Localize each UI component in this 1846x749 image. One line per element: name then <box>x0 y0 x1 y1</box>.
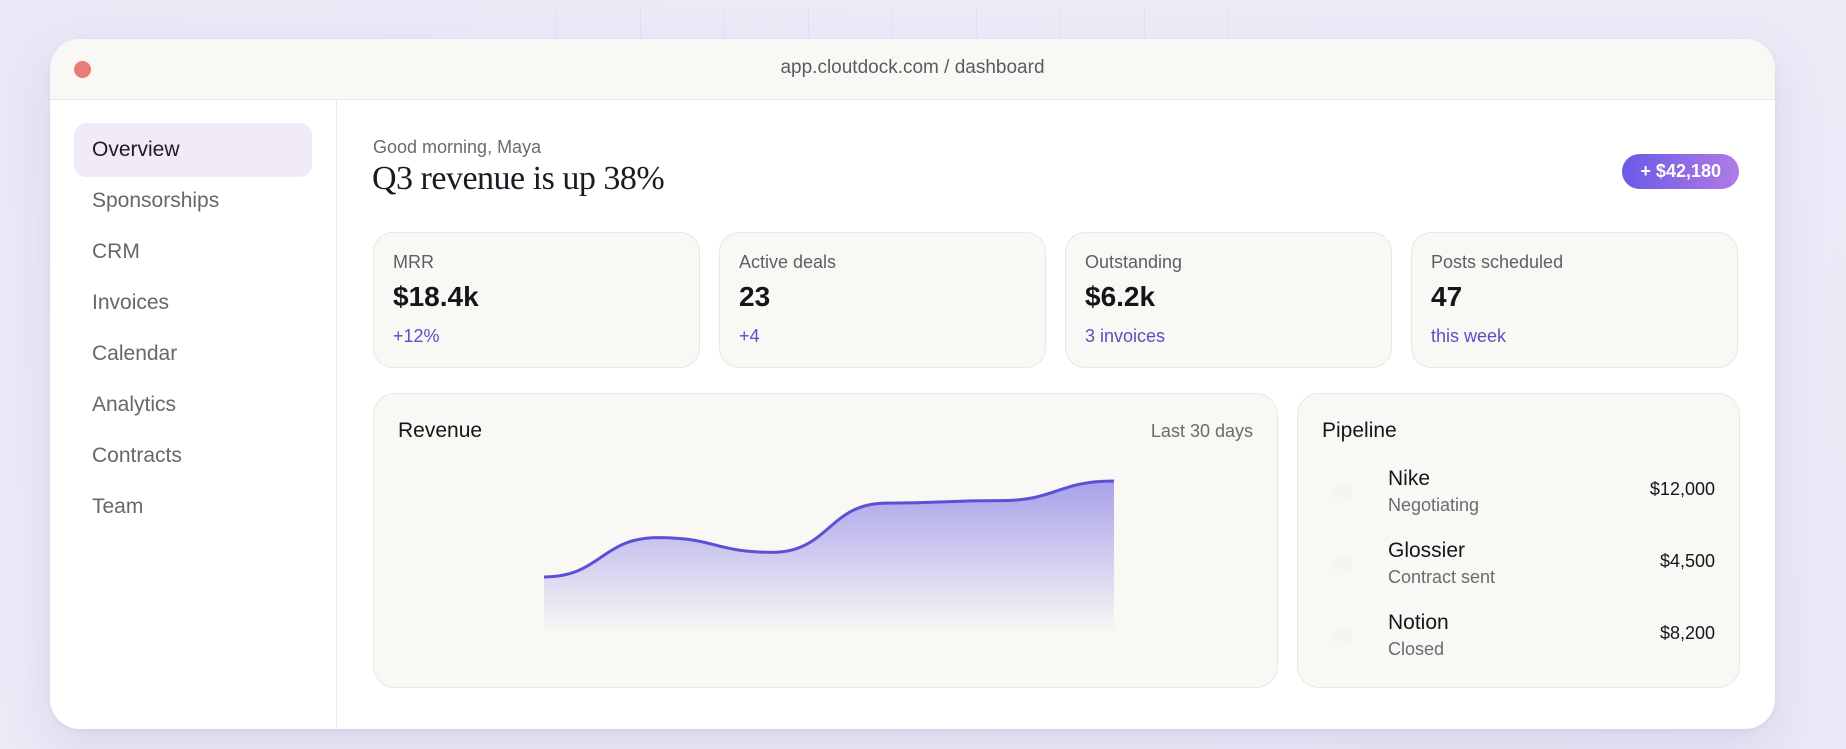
revenue-area <box>544 481 1114 634</box>
stat-label: MRR <box>393 252 434 272</box>
background-grid <box>556 8 1236 38</box>
pipeline-deal-nike[interactable]: Nike Negotiating $12,000 <box>1322 467 1715 527</box>
stat-value: 23 <box>739 281 771 312</box>
stat-value: $18.4k <box>393 281 479 312</box>
deal-name: Nike <box>1388 467 1431 490</box>
stat-label: Active deals <box>739 252 837 272</box>
main-content: Good morning, Maya Q3 revenue is up 38% … <box>337 100 1775 729</box>
url-label: app.cloutdock.com / dashboard <box>780 57 1045 78</box>
deal-avatar <box>1332 627 1352 647</box>
stat-value: $6.2k <box>1085 281 1156 312</box>
deal-stage: Negotiating <box>1388 495 1480 515</box>
sidebar: Overview Sponsorships CRM Invoices Calen… <box>50 100 337 729</box>
sidebar-item-sponsorships[interactable]: Sponsorships <box>74 174 312 228</box>
stat-delta: this week <box>1431 326 1507 346</box>
stat-label: Posts scheduled <box>1431 252 1564 272</box>
deal-stage: Closed <box>1388 639 1445 659</box>
revenue-change-badge: + $42,180 <box>1622 154 1739 189</box>
greeting-text: Good morning, Maya <box>373 137 542 157</box>
stat-delta: +12% <box>393 326 440 346</box>
pipeline-deal-notion[interactable]: Notion Closed $8,200 <box>1322 611 1715 671</box>
browser-window: app.cloutdock.com / dashboard Overview S… <box>50 39 1775 729</box>
sidebar-item-contracts[interactable]: Contracts <box>74 429 312 483</box>
pipeline-title: Pipeline <box>1322 419 1397 442</box>
sidebar-item-invoices[interactable]: Invoices <box>74 276 312 330</box>
deal-amount: $12,000 <box>1649 479 1715 499</box>
revenue-panel: Revenue Last 30 days <box>373 393 1278 688</box>
deal-avatar <box>1332 483 1352 503</box>
pipeline-panel: Pipeline Nike Negotiating $12,000 Glossi… <box>1297 393 1740 688</box>
revenue-title: Revenue <box>398 419 483 442</box>
title-bar: app.cloutdock.com / dashboard <box>50 39 1775 100</box>
stat-value: 47 <box>1431 281 1463 312</box>
stat-card-posts-scheduled[interactable]: Posts scheduled 47 this week <box>1411 232 1738 368</box>
date-range-selector[interactable]: Last 30 days <box>1151 421 1253 442</box>
deal-amount: $8,200 <box>1659 623 1715 643</box>
deal-name: Notion <box>1388 611 1449 634</box>
pipeline-deal-glossier[interactable]: Glossier Contract sent $4,500 <box>1322 539 1715 599</box>
sidebar-item-team[interactable]: Team <box>74 480 312 534</box>
deal-amount: $4,500 <box>1659 551 1715 571</box>
deal-name: Glossier <box>1388 539 1466 562</box>
stat-delta: +4 <box>739 326 760 346</box>
sidebar-item-crm[interactable]: CRM <box>74 225 312 279</box>
page-title: Q3 revenue is up 38% <box>372 160 665 197</box>
deal-stage: Contract sent <box>1388 567 1496 587</box>
sidebar-item-overview[interactable]: Overview <box>74 123 312 177</box>
stat-card-active-deals[interactable]: Active deals 23 +4 <box>719 232 1046 368</box>
stat-card-mrr[interactable]: MRR $18.4k +12% <box>373 232 700 368</box>
stat-label: Outstanding <box>1085 252 1183 272</box>
revenue-chart <box>544 479 1114 634</box>
deal-avatar <box>1332 555 1352 575</box>
stat-delta: 3 invoices <box>1085 326 1166 346</box>
sidebar-item-calendar[interactable]: Calendar <box>74 327 312 381</box>
sidebar-item-analytics[interactable]: Analytics <box>74 378 312 432</box>
stat-card-outstanding[interactable]: Outstanding $6.2k 3 invoices <box>1065 232 1392 368</box>
